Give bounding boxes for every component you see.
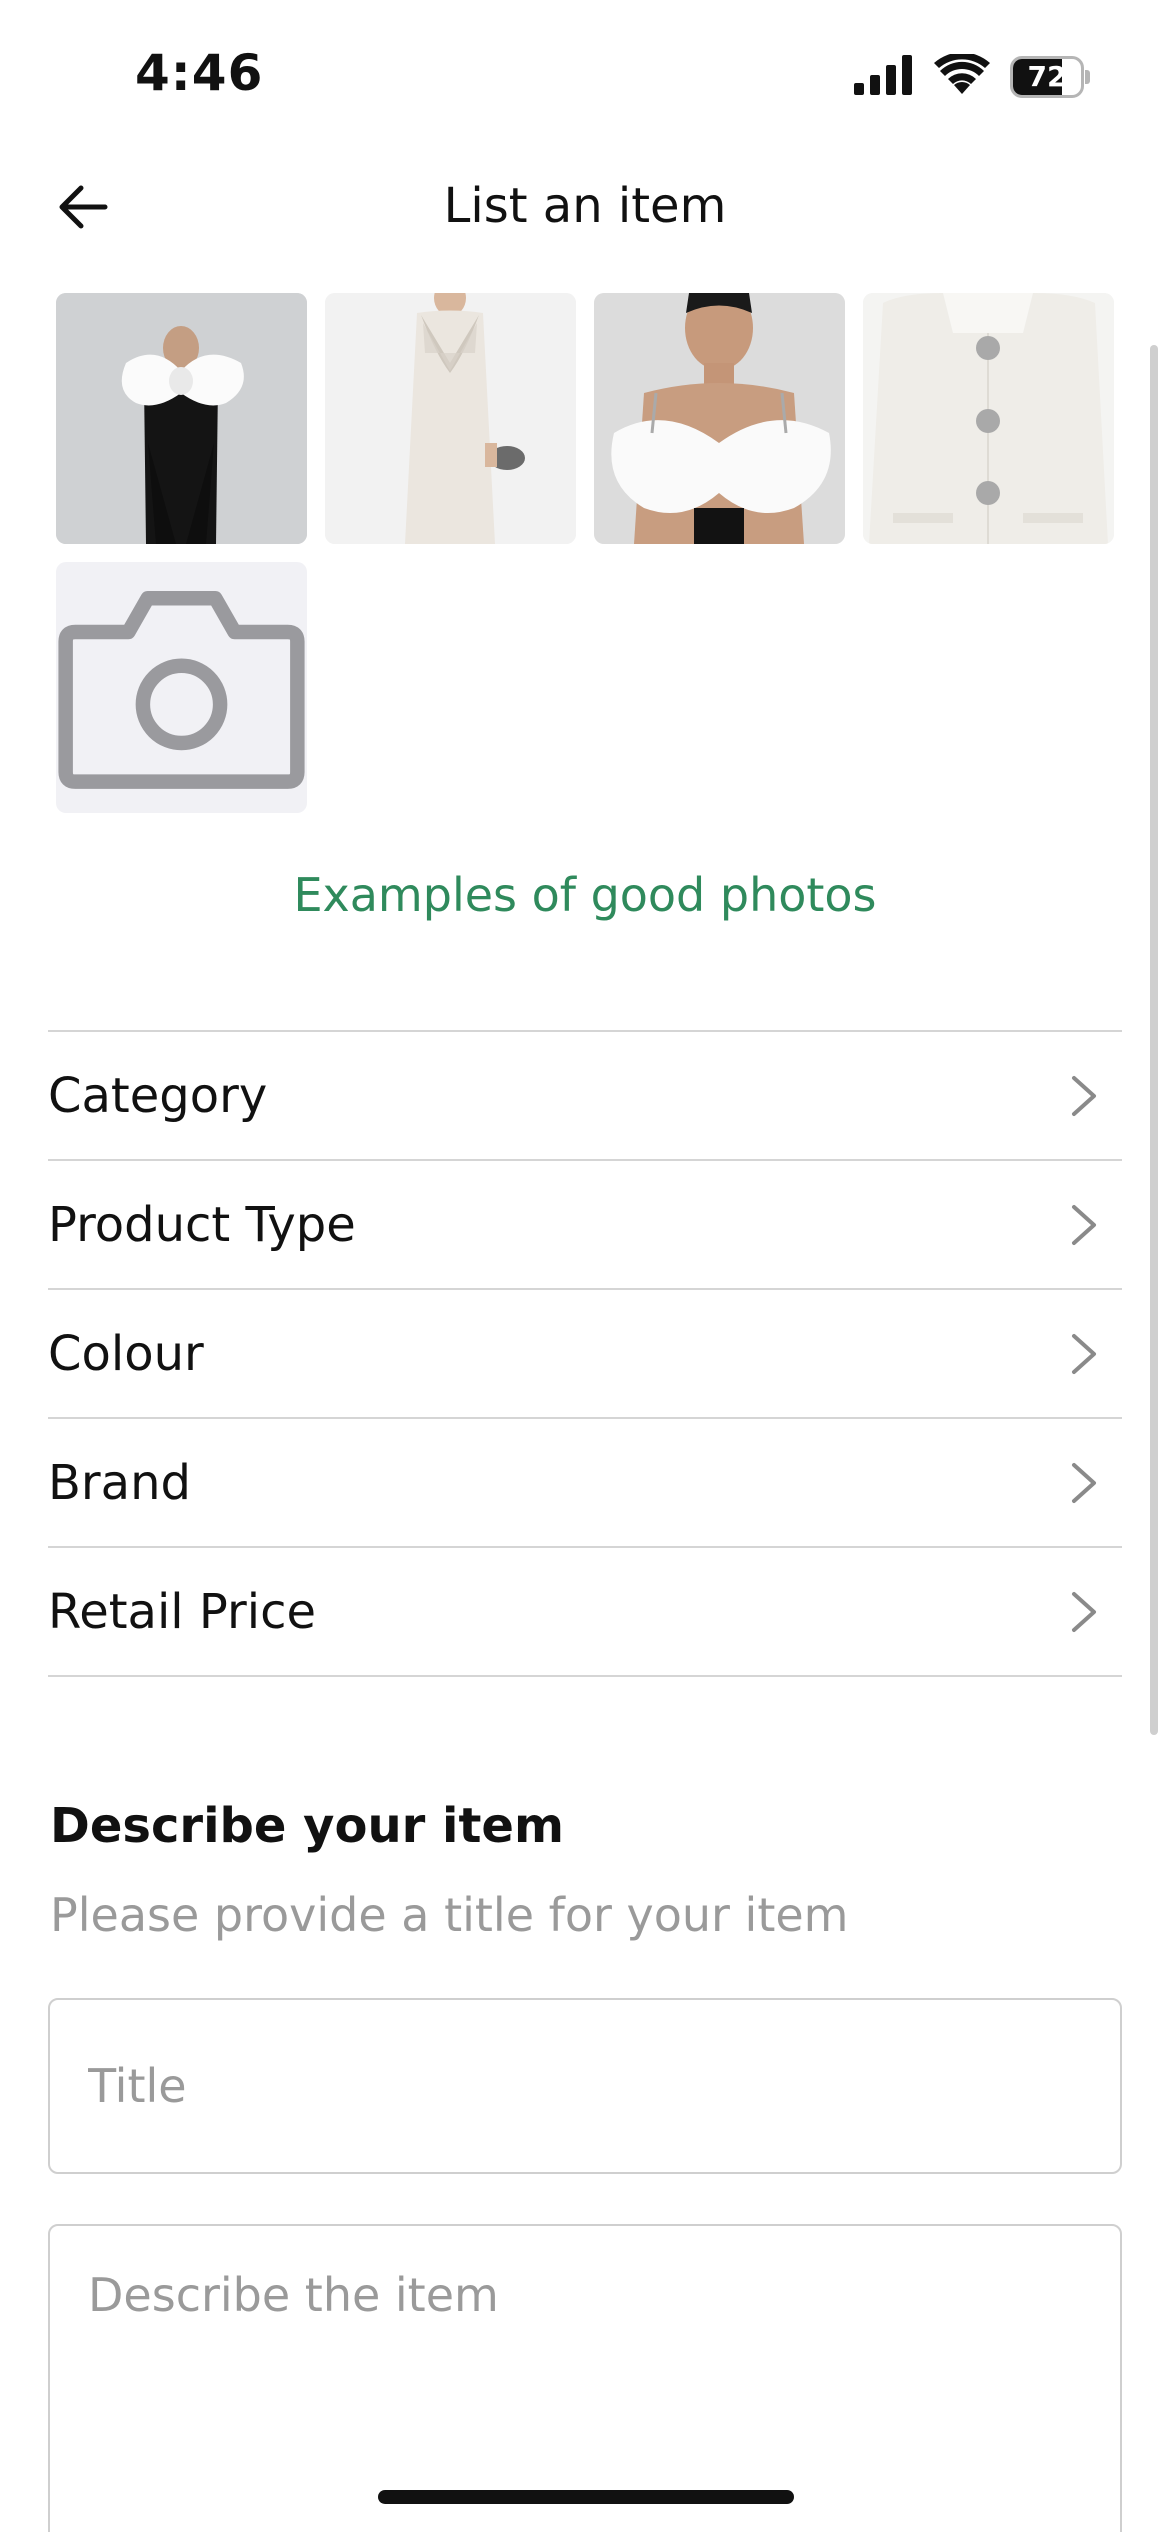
nav-header: List an item bbox=[0, 160, 1170, 250]
chevron-right-icon bbox=[1064, 1333, 1104, 1374]
battery-icon: 72 bbox=[1010, 56, 1090, 98]
page-title: List an item bbox=[443, 178, 727, 234]
photo-white-blazer-jewel-buttons[interactable] bbox=[863, 293, 1114, 544]
attribute-row-retail-price[interactable]: Retail Price bbox=[48, 1548, 1122, 1677]
camera-icon bbox=[58, 590, 305, 789]
attribute-row-category[interactable]: Category bbox=[48, 1032, 1122, 1161]
describe-heading: Describe your item bbox=[50, 1798, 564, 1854]
battery-percentage: 72 bbox=[1027, 60, 1067, 93]
photo-white-dress-embellished[interactable] bbox=[325, 293, 576, 544]
status-bar: 4:46 72 bbox=[0, 0, 1170, 150]
description-textarea[interactable] bbox=[48, 2224, 1122, 2532]
scrollbar[interactable] bbox=[1150, 345, 1158, 1735]
chevron-right-icon bbox=[1064, 1204, 1104, 1245]
title-input[interactable] bbox=[48, 1998, 1122, 2174]
attribute-label: Colour bbox=[48, 1325, 204, 1382]
chevron-right-icon bbox=[1064, 1075, 1104, 1116]
attribute-label: Category bbox=[48, 1067, 268, 1124]
photo-row bbox=[56, 562, 1116, 813]
add-photo-button[interactable] bbox=[56, 562, 307, 813]
list-item-screen: 4:46 72 List an item Examples of good ph… bbox=[0, 0, 1170, 2532]
chevron-right-icon bbox=[1064, 1591, 1104, 1632]
attribute-list: Category Product Type Colour Brand Retai… bbox=[48, 1030, 1122, 1677]
attribute-row-brand[interactable]: Brand bbox=[48, 1419, 1122, 1548]
status-icons: 72 bbox=[854, 52, 1090, 102]
chevron-right-icon bbox=[1064, 1462, 1104, 1503]
photo-grid bbox=[56, 293, 1116, 831]
home-indicator[interactable] bbox=[378, 2490, 794, 2504]
photo-white-bow-top[interactable] bbox=[594, 293, 845, 544]
examples-of-good-photos-link[interactable]: Examples of good photos bbox=[0, 868, 1170, 922]
attribute-label: Brand bbox=[48, 1454, 191, 1511]
photo-row bbox=[56, 293, 1116, 544]
attribute-label: Retail Price bbox=[48, 1583, 316, 1640]
attribute-row-colour[interactable]: Colour bbox=[48, 1290, 1122, 1419]
wifi-icon bbox=[934, 52, 990, 100]
cellular-signal-icon bbox=[854, 55, 914, 99]
attribute-row-product-type[interactable]: Product Type bbox=[48, 1161, 1122, 1290]
attribute-label: Product Type bbox=[48, 1196, 356, 1253]
status-time: 4:46 bbox=[135, 44, 264, 102]
describe-subheading: Please provide a title for your item bbox=[50, 1888, 849, 1942]
photo-black-jumpsuit-white-bow[interactable] bbox=[56, 293, 307, 544]
